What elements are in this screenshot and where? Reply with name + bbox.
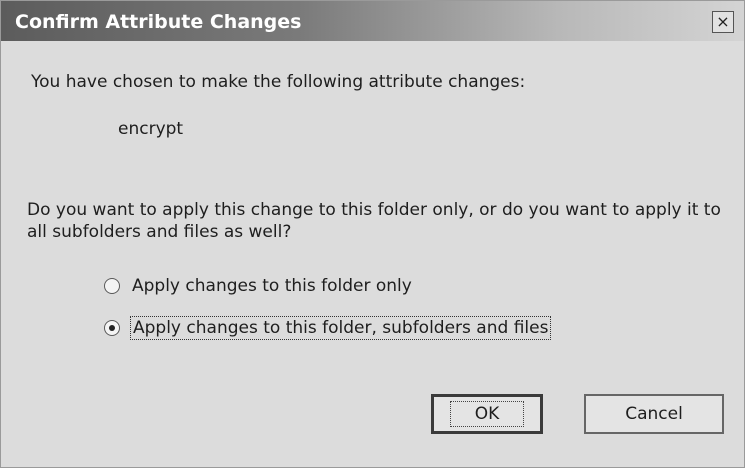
attribute-value: encrypt	[118, 119, 184, 139]
cancel-button-label: Cancel	[625, 404, 683, 424]
changes-heading: You have chosen to make the following at…	[31, 72, 526, 92]
ok-button[interactable]: OK	[431, 394, 543, 434]
apply-question: Do you want to apply this change to this…	[27, 200, 721, 242]
radio-label-folder-only[interactable]: Apply changes to this folder only	[130, 275, 414, 297]
ok-button-label: OK	[449, 401, 525, 427]
radio-button-folder-subfolders-files[interactable]	[104, 320, 120, 336]
radio-label-folder-subfolders-files[interactable]: Apply changes to this folder, subfolders…	[130, 316, 552, 340]
title-bar[interactable]: Confirm Attribute Changes ×	[1, 1, 744, 41]
close-button[interactable]: ×	[712, 11, 734, 33]
window-title: Confirm Attribute Changes	[15, 11, 302, 33]
confirm-attribute-changes-dialog: Confirm Attribute Changes × You have cho…	[0, 0, 745, 468]
cancel-button[interactable]: Cancel	[584, 394, 724, 434]
radio-option-folder-only[interactable]: Apply changes to this folder only	[104, 274, 414, 298]
radio-button-folder-only[interactable]	[104, 278, 120, 294]
radio-option-folder-subfolders-files[interactable]: Apply changes to this folder, subfolders…	[104, 316, 552, 340]
close-icon: ×	[716, 12, 730, 31]
